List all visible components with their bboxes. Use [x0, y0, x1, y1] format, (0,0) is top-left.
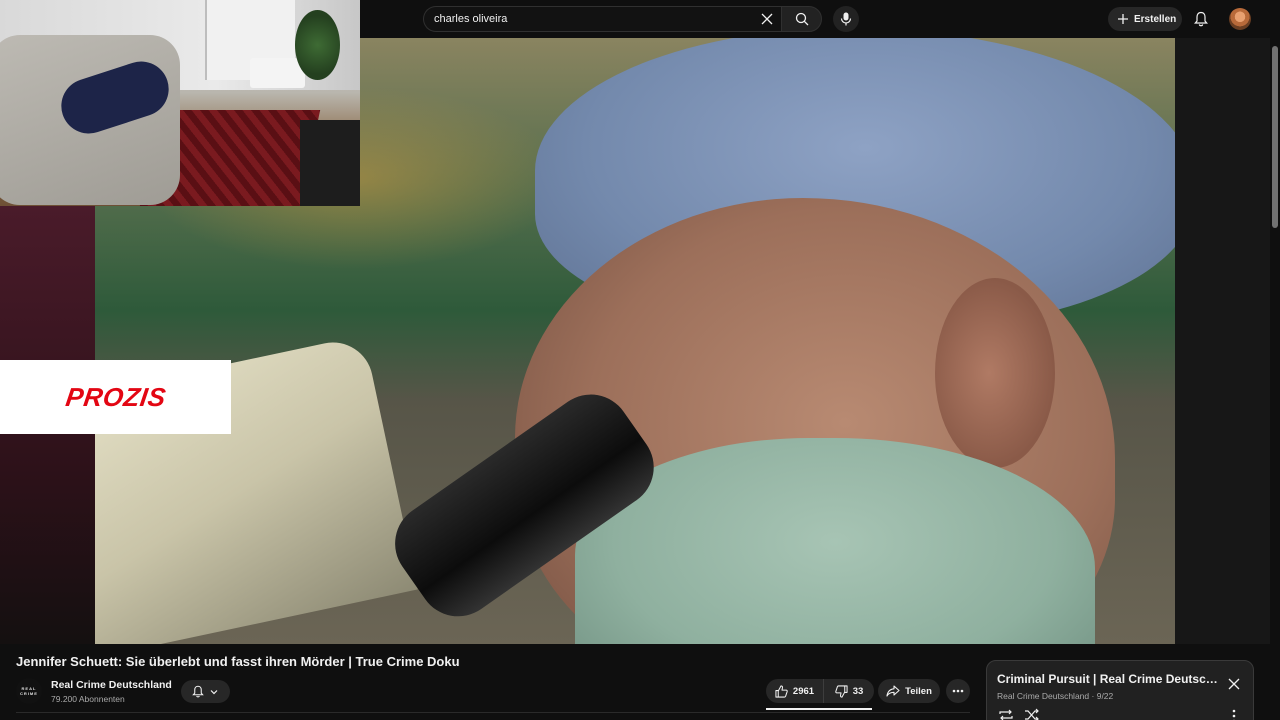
create-button[interactable]: Erstellen [1108, 7, 1182, 31]
close-icon[interactable] [759, 11, 775, 27]
dislike-count: 33 [852, 685, 864, 697]
video-frame-ear [935, 278, 1055, 468]
microphone-icon [840, 12, 852, 26]
channel-avatar[interactable]: REAL CRIME [16, 678, 42, 704]
voice-search-button[interactable] [833, 6, 859, 32]
page-scrollbar[interactable] [1270, 38, 1280, 720]
picture-in-picture-overlay[interactable] [0, 0, 360, 206]
share-icon [886, 685, 900, 697]
channel-logo-line-2: CRIME [20, 691, 38, 696]
shuffle-icon[interactable] [1024, 708, 1040, 720]
chevron-down-icon [209, 687, 219, 697]
like-count: 2961 [792, 685, 815, 697]
thumbs-up-icon [775, 684, 788, 698]
subscriber-count: 79.200 Abonnenten [51, 694, 125, 704]
more-vertical-icon[interactable] [1231, 709, 1237, 720]
close-icon[interactable] [1227, 677, 1241, 691]
bell-icon [192, 685, 204, 698]
search-box[interactable] [423, 6, 781, 32]
notifications-button[interactable] [1190, 8, 1212, 30]
pip-table [250, 58, 305, 88]
more-actions-button[interactable] [946, 679, 970, 703]
video-title: Jennifer Schuett: Sie überlebt und fasst… [16, 654, 460, 669]
playlist-channel[interactable]: Real Crime Deutschland [997, 691, 1089, 701]
pip-shelf [300, 120, 360, 206]
playlist-separator: · [1091, 691, 1095, 701]
playlist-meta: Real Crime Deutschland · 9/22 [997, 691, 1113, 701]
more-horizontal-icon [952, 689, 964, 693]
subscription-notifications-button[interactable] [181, 680, 230, 703]
pip-plant [295, 10, 340, 80]
playlist-title[interactable]: Criminal Pursuit | Real Crime Deutschlan… [997, 672, 1219, 686]
like-highlight-underline [766, 708, 872, 710]
ad-banner[interactable]: PROZIS [0, 360, 231, 434]
share-label: Teilen [905, 685, 932, 697]
scrollbar-thumb[interactable] [1272, 46, 1278, 228]
search-input[interactable] [434, 7, 754, 31]
ad-brand-logo: PROZIS [63, 381, 168, 412]
like-button[interactable]: 2961 [766, 679, 824, 703]
bell-icon [1194, 11, 1208, 27]
divider [16, 712, 970, 713]
search-icon [795, 12, 809, 26]
playlist-panel: Criminal Pursuit | Real Crime Deutschlan… [986, 660, 1254, 720]
user-avatar[interactable] [1229, 8, 1251, 30]
like-dislike-group: 2961 33 [766, 679, 874, 703]
search-button[interactable] [781, 6, 822, 32]
plus-icon [1117, 13, 1129, 25]
playlist-position: 9/22 [1096, 691, 1114, 701]
channel-name[interactable]: Real Crime Deutschland [51, 679, 172, 691]
create-label: Erstellen [1134, 13, 1177, 25]
ambient-glow-right [1175, 38, 1270, 644]
dislike-button[interactable]: 33 [824, 679, 874, 703]
thumbs-down-icon [834, 684, 848, 698]
loop-icon[interactable] [998, 708, 1014, 720]
share-button[interactable]: Teilen [878, 679, 940, 703]
